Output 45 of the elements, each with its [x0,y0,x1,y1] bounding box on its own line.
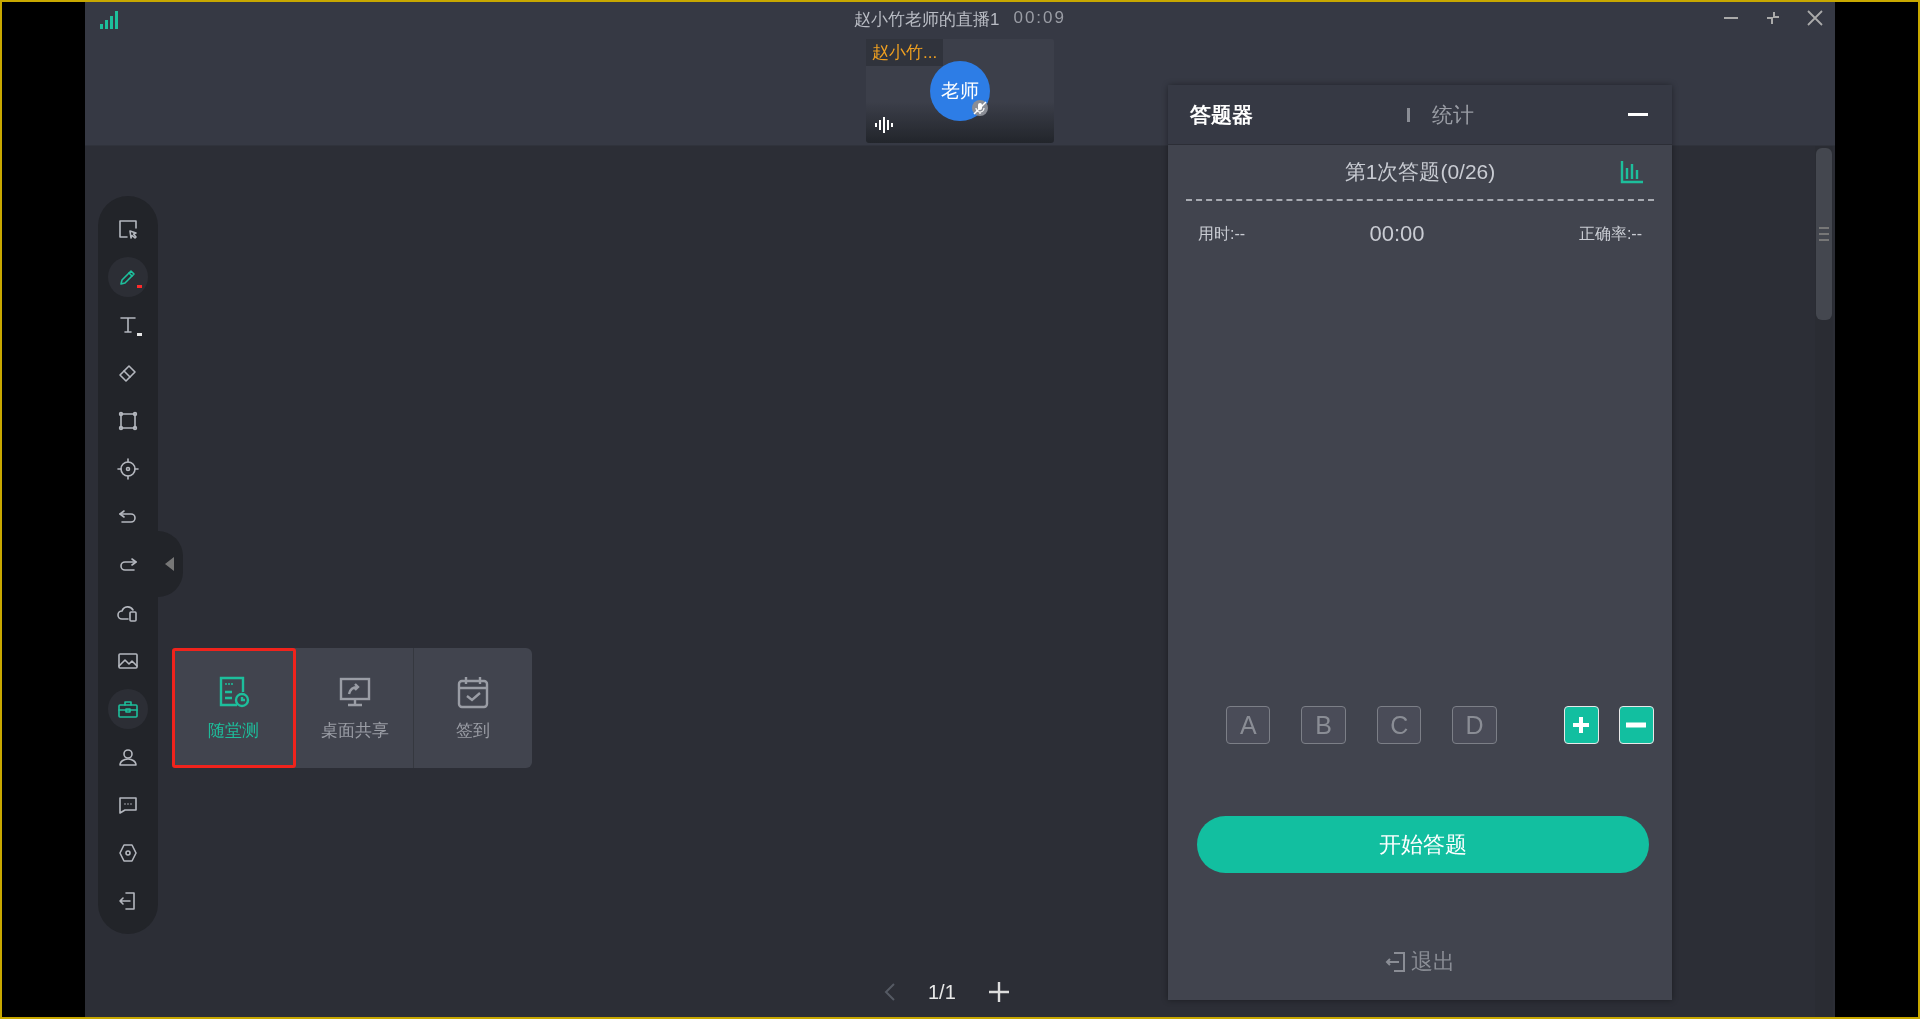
caret-left-icon [165,557,175,571]
minimize-icon [1628,112,1648,117]
collapse-panel-button[interactable] [1628,112,1648,117]
tool-menu-item[interactable]: 随堂测 [172,648,296,768]
close-icon [1807,10,1823,26]
answer-timer: 00:00 [1369,221,1425,247]
avatar-circle: 老师 [930,61,990,121]
answer-option[interactable]: D [1452,706,1497,744]
tool-menu-item[interactable]: 签到 [414,648,532,768]
remove-option-button[interactable] [1618,706,1655,744]
scrollbar-thumb[interactable] [1816,148,1832,320]
bar-chart-icon[interactable] [1620,160,1644,184]
answer-option[interactable]: A [1226,706,1271,744]
window-title: 赵小竹老师的直播1 [854,9,1000,31]
panel-tab[interactable]: 统计 [1432,100,1474,129]
answer-option[interactable]: C [1376,706,1422,744]
chevron-left-icon [884,982,896,1002]
crosshair-icon [116,457,140,481]
time-used-label: 用时:-- [1198,223,1246,244]
add-option-button[interactable] [1563,706,1599,744]
collapse-handle[interactable] [158,531,183,597]
settings-icon [116,841,140,865]
rectangle-icon [116,409,140,433]
panel-tab[interactable]: 答题器 [1190,100,1253,129]
accuracy-label: 正确率:-- [1578,223,1642,244]
minimize-button[interactable] [1721,15,1741,21]
tool-button[interactable] [108,689,148,729]
live-timer: 00:09 [1013,8,1066,29]
plus-icon [987,981,1010,1003]
tool-menu-item[interactable]: 桌面共享 [295,648,415,768]
exit-icon [1385,951,1407,973]
plus-icon [1571,715,1592,735]
participant-name: 赵小竹... [866,39,944,66]
exit-button[interactable]: 退出 [1379,946,1461,978]
tool-button[interactable] [108,257,148,297]
audio-wave-icon [874,117,894,133]
round-title: 第1次答题(0/26) [1344,159,1496,185]
start-answer-button[interactable]: 开始答题 [1197,816,1649,873]
cursor-select-icon [116,217,140,241]
page-number: 1/1 [928,980,956,1004]
signal-icon [99,10,119,30]
close-button[interactable] [1805,8,1825,28]
answer-option[interactable]: B [1301,706,1346,744]
calendar-check-icon [456,674,491,709]
minimize-icon [1723,17,1739,19]
